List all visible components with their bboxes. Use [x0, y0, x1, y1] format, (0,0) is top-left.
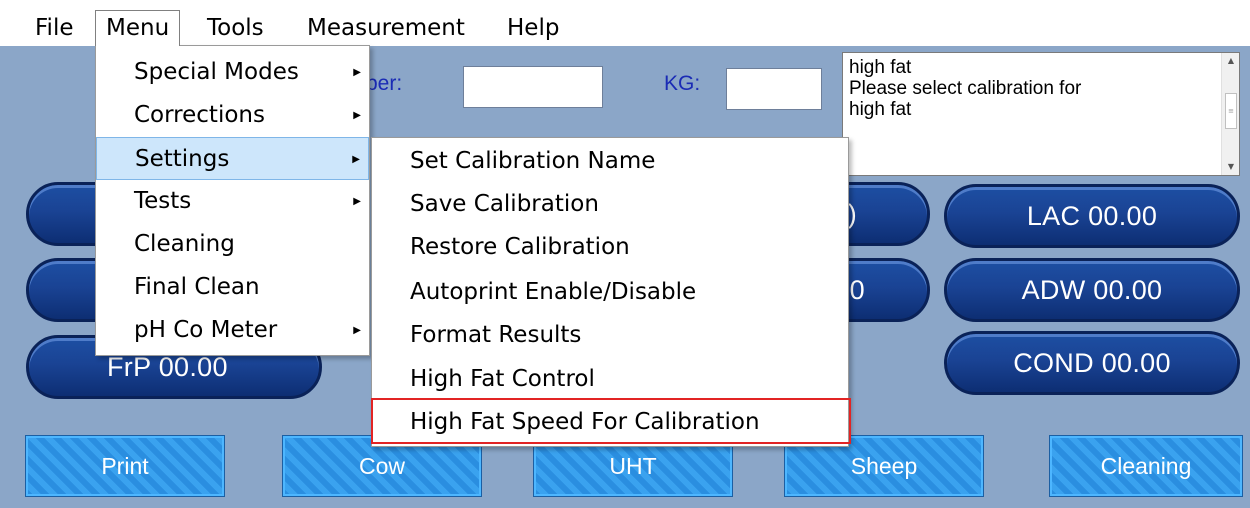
message-scrollbar[interactable]: ▲ ≡ ▼ — [1221, 53, 1239, 175]
menu-item-cleaning[interactable]: Cleaning — [96, 223, 369, 266]
submenu-item-save-calibration[interactable]: Save Calibration — [372, 183, 848, 226]
submenu-item-label: Set Calibration Name — [410, 148, 656, 174]
submenu-item-label: Save Calibration — [410, 191, 599, 217]
menu-item-label: Cleaning — [134, 231, 235, 257]
submenu-item-label: Restore Calibration — [410, 234, 630, 260]
menu-measurement[interactable]: Measurement — [297, 10, 475, 46]
message-box: high fat Please select calibration for h… — [842, 52, 1240, 176]
submenu-arrow-icon: ▶ — [353, 110, 361, 121]
submenu-item-label: High Fat Speed For Calibration — [410, 409, 760, 435]
print-button[interactable]: Print — [25, 435, 225, 497]
submenu-arrow-icon: ▶ — [353, 67, 361, 78]
cleaning-button[interactable]: Cleaning — [1049, 435, 1243, 497]
submenu-item-label: High Fat Control — [410, 366, 595, 392]
menu-item-ph-co-meter[interactable]: pH Co Meter ▶ — [96, 309, 369, 352]
menu-item-settings[interactable]: Settings ▶ — [96, 137, 369, 180]
scroll-down-icon[interactable]: ▼ — [1222, 159, 1239, 175]
submenu-arrow-icon: ▶ — [353, 325, 361, 336]
submenu-arrow-icon: ▶ — [352, 154, 360, 165]
menu-item-label: Tests — [134, 188, 192, 214]
menu-item-label: Corrections — [134, 102, 265, 128]
menu-item-corrections[interactable]: Corrections ▶ — [96, 94, 369, 137]
submenu-item-label: Format Results — [410, 322, 582, 348]
menu-menu[interactable]: Menu — [95, 10, 181, 46]
message-line: high fat — [849, 57, 912, 78]
scroll-thumb[interactable]: ≡ — [1225, 93, 1237, 129]
menu-file[interactable]: File — [25, 10, 84, 46]
menu-help[interactable]: Help — [497, 10, 569, 46]
number-input[interactable] — [463, 66, 603, 108]
result-lac: LAC 00.00 — [944, 184, 1240, 248]
message-line: high fat — [849, 99, 912, 120]
menu-item-special-modes[interactable]: Special Modes ▶ — [96, 51, 369, 94]
menu-item-label: Settings — [135, 146, 230, 172]
settings-submenu: Set Calibration Name Save Calibration Re… — [371, 137, 849, 447]
result-cond: COND 00.00 — [944, 331, 1240, 395]
menu-item-label: Final Clean — [134, 274, 260, 300]
submenu-item-label: Autoprint Enable/Disable — [410, 279, 697, 305]
number-label: ber: — [366, 72, 403, 95]
submenu-item-high-fat-control[interactable]: High Fat Control — [372, 358, 848, 401]
kg-label: KG: — [664, 72, 701, 95]
submenu-item-format-results[interactable]: Format Results — [372, 314, 848, 357]
menu-item-label: Special Modes — [134, 59, 299, 85]
menu-item-final-clean[interactable]: Final Clean — [96, 266, 369, 309]
menu-bar: File Menu Tools Measurement Help — [0, 0, 1250, 46]
menu-item-tests[interactable]: Tests ▶ — [96, 180, 369, 223]
submenu-item-autoprint[interactable]: Autoprint Enable/Disable — [372, 271, 848, 314]
message-line: Please select calibration for — [849, 78, 1082, 99]
menu-tools[interactable]: Tools — [197, 10, 274, 46]
submenu-arrow-icon: ▶ — [353, 196, 361, 207]
kg-input[interactable] — [726, 68, 822, 110]
result-adw: ADW 00.00 — [944, 258, 1240, 322]
scroll-up-icon[interactable]: ▲ — [1222, 53, 1239, 69]
submenu-item-high-fat-speed[interactable]: High Fat Speed For Calibration — [372, 401, 848, 444]
menu-item-label: pH Co Meter — [134, 317, 278, 343]
submenu-item-restore-calibration[interactable]: Restore Calibration — [372, 226, 848, 269]
submenu-item-set-calibration-name[interactable]: Set Calibration Name — [372, 140, 848, 183]
menu-dropdown: Special Modes ▶ Corrections ▶ Settings ▶… — [95, 45, 370, 356]
